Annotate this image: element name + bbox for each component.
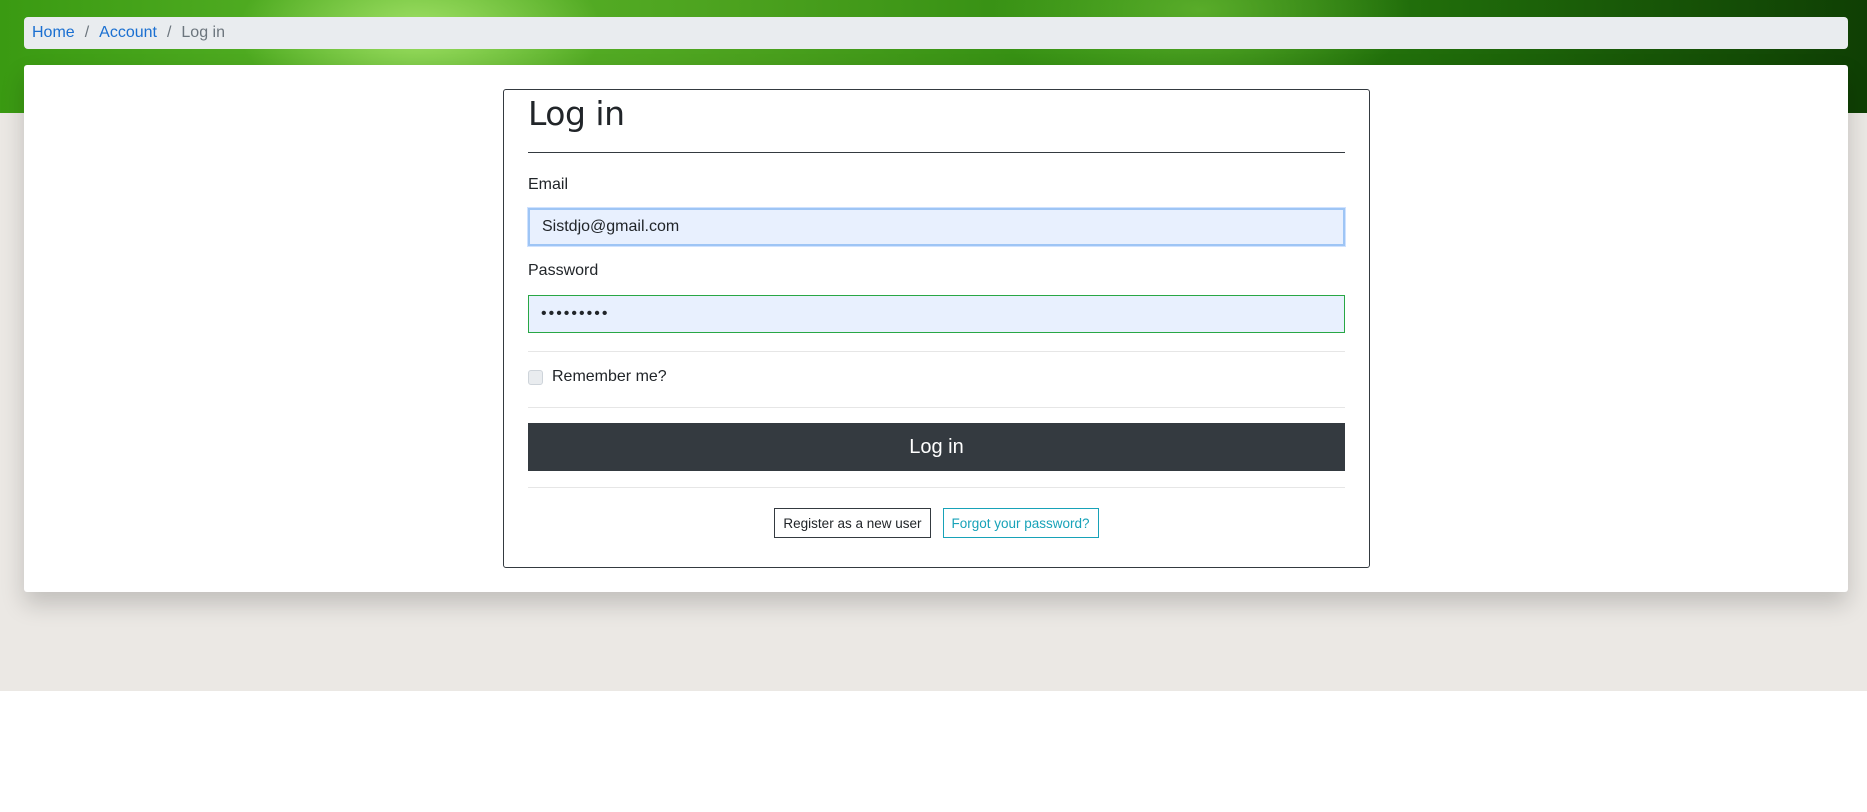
title-divider xyxy=(528,152,1345,153)
remember-me-row[interactable]: Remember me? xyxy=(528,368,667,386)
login-button[interactable]: Log in xyxy=(528,423,1345,471)
breadcrumb-account-link[interactable]: Account xyxy=(99,24,157,42)
form-divider xyxy=(528,407,1345,408)
password-field[interactable] xyxy=(528,295,1345,333)
remember-me-checkbox[interactable] xyxy=(528,369,543,385)
breadcrumb: Home / Account / Log in xyxy=(24,17,1848,49)
login-form: Log in Email Password Remember me? Log i… xyxy=(503,89,1370,568)
email-field[interactable] xyxy=(528,208,1345,246)
breadcrumb-separator: / xyxy=(84,24,90,41)
breadcrumb-current: Log in xyxy=(181,24,225,41)
password-label: Password xyxy=(528,262,599,279)
breadcrumb-home-link[interactable]: Home xyxy=(32,24,75,42)
breadcrumb-separator: / xyxy=(166,24,172,41)
register-link[interactable]: Register as a new user xyxy=(774,508,931,538)
form-divider xyxy=(528,351,1345,352)
account-links: Register as a new user Forgot your passw… xyxy=(504,508,1369,538)
email-label: Email xyxy=(528,176,569,193)
page-title: Log in xyxy=(528,94,625,133)
forgot-password-link[interactable]: Forgot your password? xyxy=(942,508,1099,538)
form-divider xyxy=(528,487,1345,488)
remember-me-label: Remember me? xyxy=(552,368,667,385)
